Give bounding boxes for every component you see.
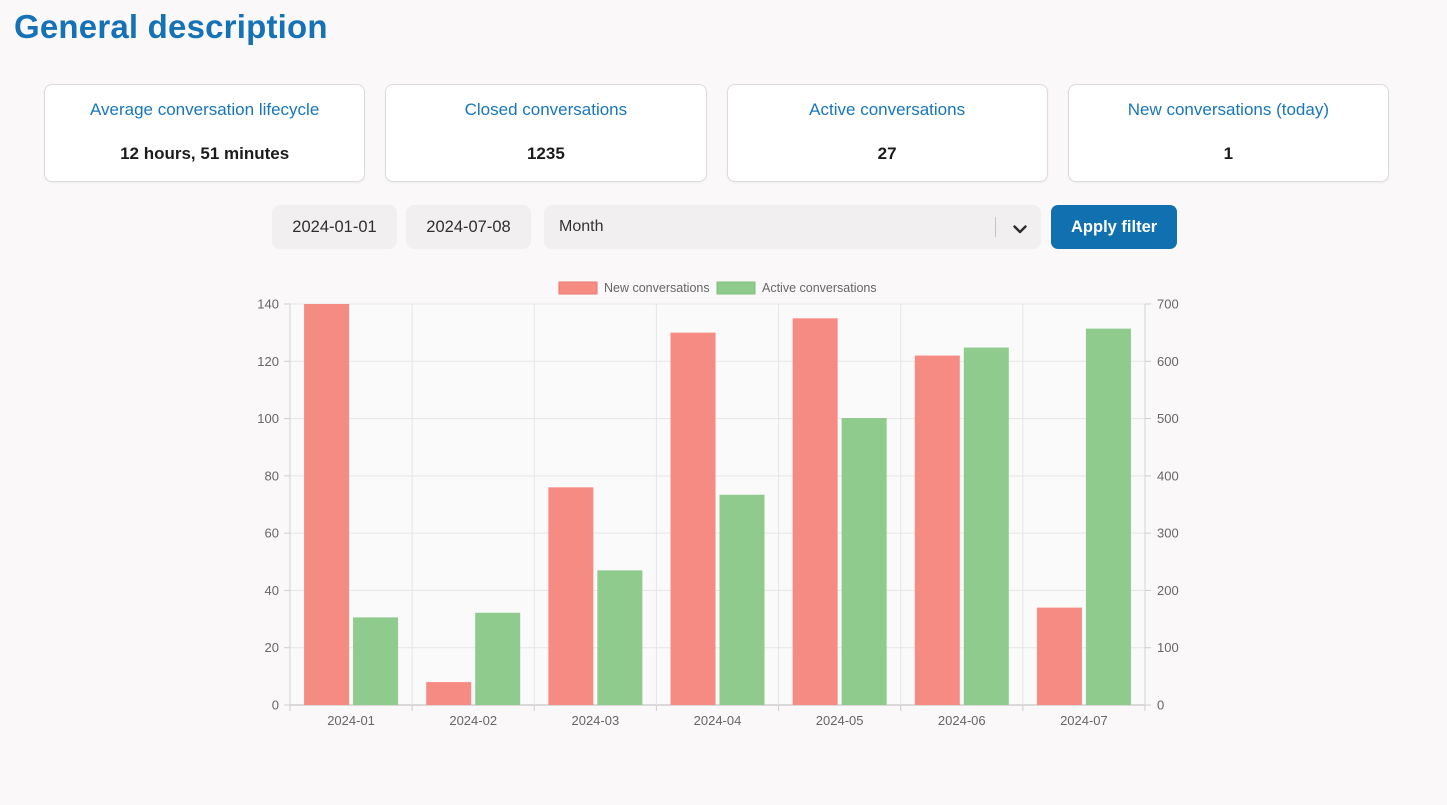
svg-text:0: 0 — [1157, 698, 1164, 713]
card-title: Average conversation lifecycle — [89, 100, 320, 119]
chevron-down-icon — [1013, 221, 1027, 234]
legend-swatch-new-conversations — [558, 281, 598, 295]
x-axis-label: 2024-04 — [694, 713, 742, 728]
svg-text:300: 300 — [1157, 526, 1179, 541]
start-date-input[interactable] — [272, 205, 397, 249]
bar-new-conversations-2024-06[interactable] — [914, 355, 960, 705]
bar-new-conversations-2024-02[interactable] — [426, 682, 472, 705]
filter-bar: Month Apply filter — [272, 205, 1447, 249]
x-axis-label: 2024-02 — [449, 713, 497, 728]
x-axis-label: 2024-06 — [938, 713, 986, 728]
bar-active-conversations-2024-02[interactable] — [475, 612, 521, 705]
bar-active-conversations-2024-07[interactable] — [1085, 328, 1131, 705]
svg-text:100: 100 — [257, 411, 279, 426]
bar-active-conversations-2024-01[interactable] — [353, 617, 399, 705]
group-by-select[interactable]: Month — [544, 205, 1041, 249]
svg-text:0: 0 — [272, 698, 279, 713]
card-value: 1235 — [526, 144, 565, 163]
svg-text:100: 100 — [1157, 640, 1179, 655]
card-value: 1 — [1223, 144, 1234, 163]
card-new-conversations-today: New conversations (today) 1 — [1067, 84, 1389, 182]
legend-item-active-conversations[interactable]: Active conversations — [716, 281, 877, 295]
stat-cards: Average conversation lifecycle 12 hours,… — [44, 84, 1389, 182]
svg-text:120: 120 — [257, 354, 279, 369]
svg-text:60: 60 — [265, 526, 279, 541]
bar-new-conversations-2024-04[interactable] — [670, 332, 716, 705]
bar-new-conversations-2024-03[interactable] — [548, 487, 594, 705]
svg-text:200: 200 — [1157, 583, 1179, 598]
chart-container: 0 0 20 100 40 200 60 300 80 400 100 500 120 600 140 700… — [240, 276, 1447, 741]
card-title: New conversations (today) — [1127, 100, 1329, 119]
card-title: Active conversations — [809, 100, 966, 119]
x-axis-label: 2024-01 — [327, 713, 375, 728]
card-value: 27 — [877, 144, 897, 163]
card-closed-conversations: Closed conversations 1235 — [385, 84, 707, 182]
legend-swatch-active-conversations — [716, 281, 756, 295]
svg-text:40: 40 — [265, 583, 279, 598]
card-active-conversations: Active conversations 27 — [726, 84, 1048, 182]
select-divider — [995, 217, 996, 237]
card-average-lifecycle: Average conversation lifecycle 12 hours,… — [44, 84, 366, 182]
svg-text:500: 500 — [1157, 411, 1179, 426]
bar-active-conversations-2024-03[interactable] — [597, 570, 643, 705]
end-date-input[interactable] — [406, 205, 531, 249]
x-axis-label: 2024-05 — [816, 713, 864, 728]
bar-active-conversations-2024-05[interactable] — [841, 417, 887, 705]
legend-label: Active conversations — [762, 281, 877, 295]
page-title: General description — [14, 8, 328, 45]
bar-new-conversations-2024-01[interactable] — [304, 304, 350, 705]
bar-new-conversations-2024-05[interactable] — [792, 318, 838, 705]
bar-active-conversations-2024-06[interactable] — [963, 347, 1009, 705]
svg-text:20: 20 — [265, 640, 279, 655]
apply-filter-button[interactable]: Apply filter — [1051, 205, 1178, 249]
x-axis-label: 2024-07 — [1060, 713, 1108, 728]
svg-text:600: 600 — [1157, 354, 1179, 369]
group-by-selected-value: Month — [559, 218, 604, 235]
svg-text:700: 700 — [1157, 297, 1179, 312]
svg-text:80: 80 — [265, 468, 279, 483]
conversations-chart: 0 0 20 100 40 200 60 300 80 400 100 500 120 600 140 700… — [257, 281, 1179, 728]
svg-text:140: 140 — [257, 297, 279, 312]
bar-active-conversations-2024-04[interactable] — [719, 494, 765, 705]
x-axis-label: 2024-03 — [571, 713, 619, 728]
legend-label: New conversations — [604, 281, 710, 295]
svg-text:400: 400 — [1157, 468, 1179, 483]
card-value: 12 hours, 51 minutes — [120, 144, 290, 163]
bar-new-conversations-2024-07[interactable] — [1036, 607, 1082, 705]
card-title: Closed conversations — [464, 100, 628, 119]
legend-item-new-conversations[interactable]: New conversations — [558, 281, 710, 295]
